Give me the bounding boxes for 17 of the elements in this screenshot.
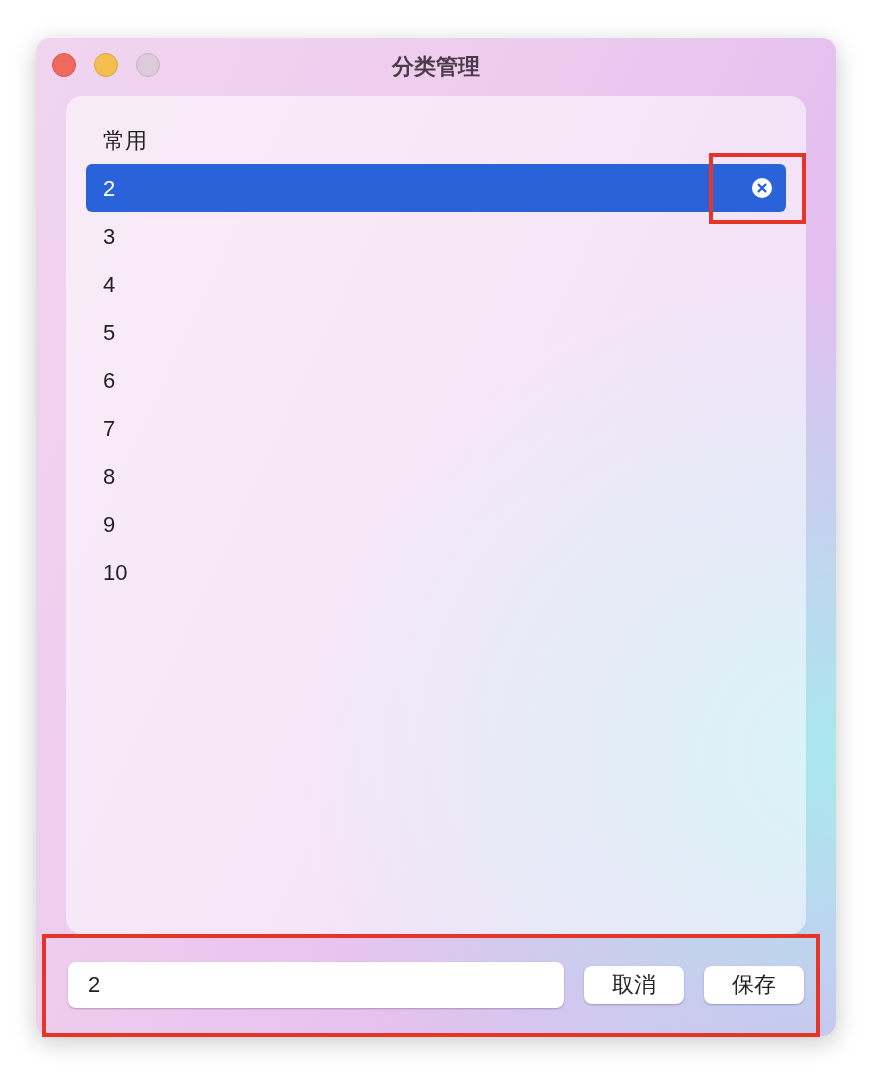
save-button[interactable]: 保存 (704, 966, 804, 1004)
window-close-icon[interactable] (52, 53, 76, 77)
category-item[interactable]: 3 (86, 212, 786, 260)
category-item[interactable]: 7 (86, 404, 786, 452)
category-item[interactable]: 8 (86, 452, 786, 500)
category-item[interactable]: 6 (86, 356, 786, 404)
category-item[interactable]: 9 (86, 500, 786, 548)
x-circle-icon[interactable] (752, 178, 772, 198)
input-field[interactable]: 2 (68, 962, 564, 1008)
window-minimize-icon[interactable] (94, 53, 118, 77)
category-item[interactable]: 5 (86, 308, 786, 356)
category-item[interactable]: 4 (86, 260, 786, 308)
category-item[interactable]: 10 (86, 548, 786, 596)
category-item[interactable]: 2 (86, 164, 786, 212)
cancel-button[interactable]: 取消 (584, 966, 684, 1004)
category-item[interactable]: 常用 (86, 116, 786, 164)
window-title: 分类管理 (392, 56, 480, 78)
